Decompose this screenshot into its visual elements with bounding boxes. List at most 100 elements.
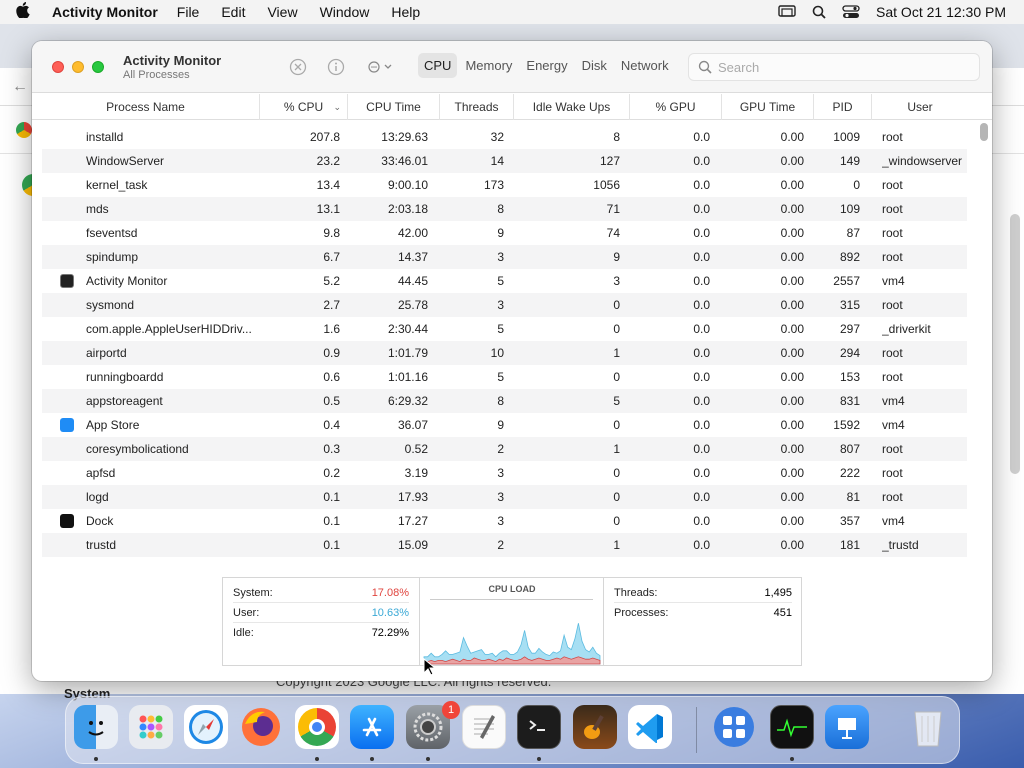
cell-user: root — [882, 226, 903, 240]
table-row[interactable]: coresymbolicationd 0.3 0.52 2 1 0.0 0.00 807 roo… — [42, 437, 967, 461]
menu-help[interactable]: Help — [391, 4, 420, 20]
app-store-icon[interactable] — [350, 705, 394, 749]
cell-user: _trustd — [882, 538, 919, 552]
cell-gpu-percent: 0.0 — [693, 274, 710, 288]
cell-idle-wake-ups: 0 — [613, 490, 620, 504]
cell-idle-wake-ups: 74 — [606, 226, 620, 240]
back-arrow-icon[interactable]: ← — [12, 78, 28, 96]
cell-process-name: appstoreagent — [86, 394, 163, 408]
cell-gpu-time: 0.00 — [780, 418, 804, 432]
activity-monitor-icon — [60, 274, 74, 288]
column-user[interactable]: User — [872, 94, 968, 120]
screen-mirroring-icon[interactable] — [778, 5, 796, 19]
safari-icon[interactable] — [184, 705, 228, 749]
keynote-icon[interactable] — [825, 705, 869, 749]
table-row[interactable]: spindump 6.7 14.37 3 9 0.0 0.00 892 root — [42, 245, 967, 269]
terminal-icon[interactable] — [517, 705, 561, 749]
search-input[interactable] — [718, 59, 958, 75]
cell-process-name: sysmond — [86, 298, 135, 312]
table-row[interactable]: kernel_task 13.4 9:00.10 173 1056 0.0 0.00 0 roo… — [42, 173, 967, 197]
textedit-icon[interactable] — [462, 705, 506, 749]
table-row[interactable]: Activity Monitor 5.2 44.45 5 3 0.0 0.00 2557 vm4 — [42, 269, 967, 293]
activity-monitor-icon[interactable] — [770, 705, 814, 749]
cell-cpu-percent: 0.1 — [323, 538, 340, 552]
tab-network[interactable]: Network — [615, 53, 675, 78]
cell-pid: 315 — [839, 298, 860, 312]
cell-process-name: logd — [86, 490, 109, 504]
cell-user: root — [882, 370, 903, 384]
search-icon — [698, 60, 712, 74]
table-row[interactable]: airportd 0.9 1:01.79 10 1 0.0 0.00 294 root — [42, 341, 967, 365]
firefox-icon[interactable] — [239, 705, 283, 749]
cell-cpu-time: 6:29.32 — [387, 394, 428, 408]
search-box[interactable] — [688, 53, 980, 81]
table-row[interactable]: fseventsd 9.8 42.00 9 74 0.0 0.00 87 root — [42, 221, 967, 245]
table-row[interactable]: com.apple.AppleUserHIDDriv... 1.6 2:30.44 5… — [42, 317, 967, 341]
control-center-icon[interactable] — [842, 5, 860, 19]
cell-user: vm4 — [882, 394, 905, 408]
menu-app-name[interactable]: Activity Monitor — [52, 4, 158, 20]
chrome-icon — [16, 122, 32, 138]
process-count-summary: Threads: 1,495 Processes: 451 — [604, 578, 802, 665]
app-store-running-dot — [370, 757, 374, 761]
table-row[interactable]: mds 13.1 2:03.18 8 71 0.0 0.00 109 root — [42, 197, 967, 221]
table-scrollbar[interactable] — [980, 123, 988, 141]
menu-file[interactable]: File — [177, 4, 200, 20]
table-row[interactable]: WindowServer 23.2 33:46.01 14 127 0.0 0.00 149 _… — [42, 149, 967, 173]
minimize-button[interactable] — [72, 61, 84, 73]
chrome-app-icon[interactable] — [295, 705, 339, 749]
screen-sharing-icon[interactable] — [712, 705, 756, 749]
cell-cpu-percent: 9.8 — [323, 226, 340, 240]
zoom-button[interactable] — [92, 61, 104, 73]
cell-cpu-time: 44.45 — [397, 274, 428, 288]
cell-threads: 3 — [497, 298, 504, 312]
cell-cpu-time: 17.27 — [397, 514, 428, 528]
garageband-icon[interactable] — [573, 705, 617, 749]
menu-window[interactable]: Window — [320, 4, 370, 20]
close-button[interactable] — [52, 61, 64, 73]
menu-view[interactable]: View — [267, 4, 297, 20]
tab-energy[interactable]: Energy — [520, 53, 573, 78]
cell-gpu-time: 0.00 — [780, 298, 804, 312]
cell-threads: 5 — [497, 322, 504, 336]
column-cpu-time[interactable]: CPU Time — [348, 94, 440, 120]
table-row[interactable]: appstoreagent 0.5 6:29.32 8 5 0.0 0.00 831 vm4 — [42, 389, 967, 413]
column-process-name[interactable]: Process Name — [32, 94, 260, 120]
column-idle-wake-ups[interactable]: Idle Wake Ups — [514, 94, 630, 120]
cell-gpu-time: 0.00 — [780, 538, 804, 552]
menu-clock[interactable]: Sat Oct 21 12:30 PM — [876, 4, 1006, 20]
column-gpu-percent[interactable]: % GPU — [630, 94, 722, 120]
table-row[interactable]: installd 207.8 13:29.63 32 8 0.0 0.00 1009 root — [42, 125, 967, 149]
processes-value: 451 — [773, 607, 792, 619]
column-gpu-time[interactable]: GPU Time — [722, 94, 814, 120]
table-row[interactable]: trustd 0.1 15.09 2 1 0.0 0.00 181 _trustd — [42, 533, 967, 557]
launchpad-icon[interactable] — [129, 705, 173, 749]
cell-gpu-percent: 0.0 — [693, 178, 710, 192]
tab-disk[interactable]: Disk — [576, 53, 613, 78]
apple-menu-icon[interactable] — [16, 2, 38, 22]
table-row[interactable]: Dock 0.1 17.27 3 0 0.0 0.00 357 vm4 — [42, 509, 967, 533]
vscode-icon[interactable] — [628, 705, 672, 749]
table-row[interactable]: sysmond 2.7 25.78 3 0 0.0 0.00 315 root — [42, 293, 967, 317]
cell-cpu-time: 1:01.79 — [387, 346, 428, 360]
column-threads[interactable]: Threads — [440, 94, 514, 120]
tab-cpu[interactable]: CPU — [418, 53, 458, 78]
cell-pid: 149 — [839, 154, 860, 168]
column-pid[interactable]: PID — [814, 94, 872, 120]
table-row[interactable]: apfsd 0.2 3.19 3 0 0.0 0.00 222 root — [42, 461, 967, 485]
more-actions-icon[interactable] — [366, 57, 398, 77]
stop-process-icon[interactable] — [288, 57, 308, 77]
tab-memory[interactable]: Memory — [459, 53, 518, 78]
cell-gpu-time: 0.00 — [780, 274, 804, 288]
trash-icon[interactable] — [906, 705, 950, 749]
finder-icon[interactable] — [74, 705, 118, 749]
table-row[interactable]: runningboardd 0.6 1:01.16 5 0 0.0 0.00 153 root — [42, 365, 967, 389]
spotlight-search-icon[interactable] — [812, 5, 826, 19]
table-row[interactable]: logd 0.1 17.93 3 0 0.0 0.00 81 root — [42, 485, 967, 509]
cell-gpu-percent: 0.0 — [693, 418, 710, 432]
cell-user: root — [882, 298, 903, 312]
column-cpu-percent[interactable]: % CPU ⌄ — [260, 94, 348, 120]
info-icon[interactable] — [326, 57, 346, 77]
menu-edit[interactable]: Edit — [221, 4, 245, 20]
table-row[interactable]: App Store 0.4 36.07 9 0 0.0 0.00 1592 vm4 — [42, 413, 967, 437]
